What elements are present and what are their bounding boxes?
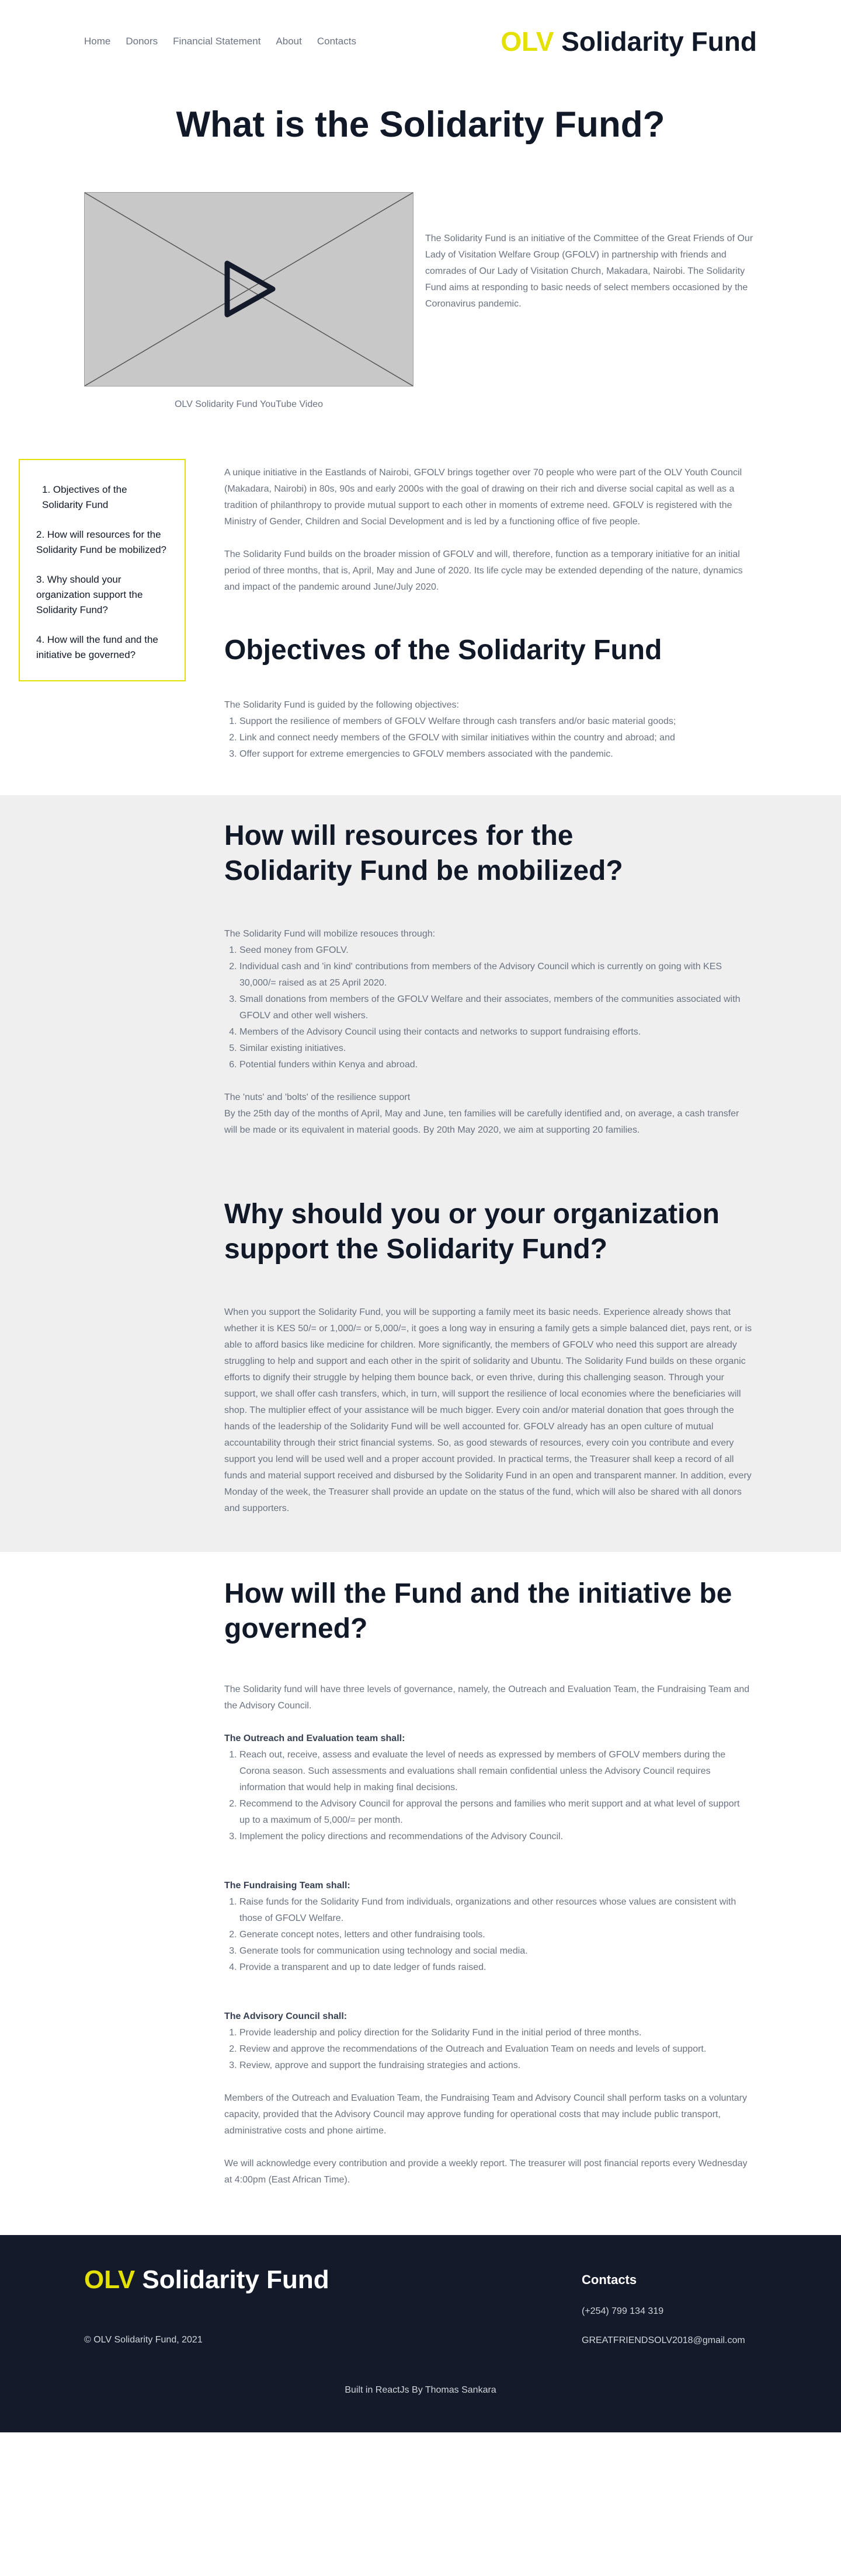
footer-contacts-title: Contacts xyxy=(582,2272,637,2287)
nav-home-link[interactable]: Home xyxy=(84,36,110,47)
list-item: Link and connect needy members of the GF… xyxy=(239,730,752,746)
toc-item-governance[interactable]: 4. How will the fund and the initiative … xyxy=(36,632,168,663)
video-column: OLV Solidarity Fund YouTube Video xyxy=(84,192,413,410)
about-paragraph-2: The Solidarity Fund builds on the broade… xyxy=(224,549,743,592)
list-item: Generate tools for communication using t… xyxy=(239,1943,752,1959)
footer-email[interactable]: GREATFRIENDSOLV2018@gmail.com xyxy=(582,2335,745,2346)
list-item: Offer support for extreme emergencies to… xyxy=(239,746,752,763)
list-item: Individual cash and 'in kind' contributi… xyxy=(239,959,752,991)
list-item: Implement the policy directions and reco… xyxy=(239,1829,752,1845)
list-item: Potential funders within Kenya and abroa… xyxy=(239,1057,752,1073)
resources-list: Seed money from GFOLV. Individual cash a… xyxy=(239,942,752,1073)
nav-financial-statement-link[interactable]: Financial Statement xyxy=(173,36,260,47)
list-item: Small donations from members of the GFOL… xyxy=(239,991,752,1024)
list-item: Members of the Advisory Council using th… xyxy=(239,1024,752,1040)
toc-item-objectives[interactable]: 1. Objectives of the Solidarity Fund xyxy=(36,482,168,513)
governance-lead: The Solidarity fund will have three leve… xyxy=(224,1684,750,1711)
navbar: Home Donors Financial Statement About Co… xyxy=(84,0,757,83)
list-item: Review and approve the recommendations o… xyxy=(239,2041,752,2058)
objectives-title: Objectives of the Solidarity Fund xyxy=(224,635,662,666)
governance-closing-1: Members of the Outreach and Evaluation T… xyxy=(224,2093,747,2136)
footer-brand: OLV Solidarity Fund xyxy=(84,2265,329,2295)
resources-lead: The Solidarity Fund will mobilize resouc… xyxy=(224,929,436,939)
council-title: The Advisory Council shall: xyxy=(224,2011,347,2021)
nav-links: Home Donors Financial Statement About Co… xyxy=(84,36,356,47)
video-player[interactable] xyxy=(84,192,413,387)
intro-text: The Solidarity Fund is an initiative of … xyxy=(425,234,753,309)
brand-name: Solidarity Fund xyxy=(554,26,757,57)
brand-accent: OLV xyxy=(501,26,554,57)
list-item: Generate concept notes, letters and othe… xyxy=(239,1927,752,1943)
video-placeholder-graphic xyxy=(85,193,413,386)
outreach-title: The Outreach and Evaluation team shall: xyxy=(224,1733,405,1743)
resources-section: How will resources for the Solidarity Fu… xyxy=(224,819,752,1517)
nuts-bolts-title: The 'nuts' and 'bolts' of the resilience… xyxy=(224,1092,411,1102)
list-item: Support the resilience of members of GFO… xyxy=(239,713,752,730)
governance-section: How will the Fund and the initiative be … xyxy=(84,1552,757,2188)
footer-phone[interactable]: (+254) 799 134 319 xyxy=(582,2306,663,2317)
outreach-list: Reach out, receive, assess and evaluate … xyxy=(239,1747,752,1845)
council-list: Provide leadership and policy direction … xyxy=(239,2025,752,2074)
video-section: OLV Solidarity Fund YouTube Video The So… xyxy=(84,192,757,410)
list-item: Raise funds for the Solidarity Fund from… xyxy=(239,1894,752,1927)
page-title: What is the Solidarity Fund? xyxy=(176,105,665,145)
list-item: Reach out, receive, assess and evaluate … xyxy=(239,1747,752,1796)
table-of-contents: 1. Objectives of the Solidarity Fund 2. … xyxy=(19,459,186,681)
fundraising-title: The Fundraising Team shall: xyxy=(224,1881,350,1891)
footer-copyright: © OLV Solidarity Fund, 2021 xyxy=(84,2335,203,2345)
objectives-list: Support the resilience of members of GFO… xyxy=(239,713,752,763)
main-column: A unique initiative in the Eastlands of … xyxy=(224,459,752,763)
brand-logo[interactable]: OLV Solidarity Fund xyxy=(501,26,757,57)
content-section: 1. Objectives of the Solidarity Fund 2. … xyxy=(19,459,757,763)
footer-brand-accent: OLV xyxy=(84,2265,135,2294)
toc-item-why-support[interactable]: 3. Why should your organization support … xyxy=(36,572,168,618)
footer-brand-name: Solidarity Fund xyxy=(135,2265,329,2294)
support-title: Why should you or your organization supp… xyxy=(224,1199,720,1265)
video-caption: OLV Solidarity Fund YouTube Video xyxy=(174,399,324,409)
list-item: Recommend to the Advisory Council for ap… xyxy=(239,1796,752,1829)
grey-band: How will resources for the Solidarity Fu… xyxy=(0,795,841,1552)
footer-built-by: Built in ReactJs By Thomas Sankara xyxy=(345,2385,496,2395)
footer: OLV Solidarity Fund © OLV Solidarity Fun… xyxy=(0,2235,841,2432)
objectives-lead: The Solidarity Fund is guided by the fol… xyxy=(224,700,459,710)
list-item: Provide a transparent and up to date led… xyxy=(239,1959,752,1976)
list-item: Review, approve and support the fundrais… xyxy=(239,2058,752,2074)
list-item: Seed money from GFOLV. xyxy=(239,942,752,959)
nav-about-link[interactable]: About xyxy=(276,36,301,47)
nuts-bolts-text: By the 25th day of the months of April, … xyxy=(224,1109,739,1135)
list-item: Provide leadership and policy direction … xyxy=(239,2025,752,2041)
nav-donors-link[interactable]: Donors xyxy=(126,36,158,47)
fundraising-list: Raise funds for the Solidarity Fund from… xyxy=(239,1894,752,1976)
governance-closing-2: We will acknowledge every contribution a… xyxy=(224,2159,748,2185)
toc-item-resources[interactable]: 2. How will resources for the Solidarity… xyxy=(36,527,168,558)
nav-contacts-link[interactable]: Contacts xyxy=(317,36,356,47)
resources-title: How will resources for the Solidarity Fu… xyxy=(224,820,623,886)
support-text: When you support the Solidarity Fund, yo… xyxy=(224,1307,752,1513)
about-paragraph-1: A unique initiative in the Eastlands of … xyxy=(224,468,742,527)
list-item: Similar existing initiatives. xyxy=(239,1040,752,1057)
governance-title: How will the Fund and the initiative be … xyxy=(224,1578,732,1644)
